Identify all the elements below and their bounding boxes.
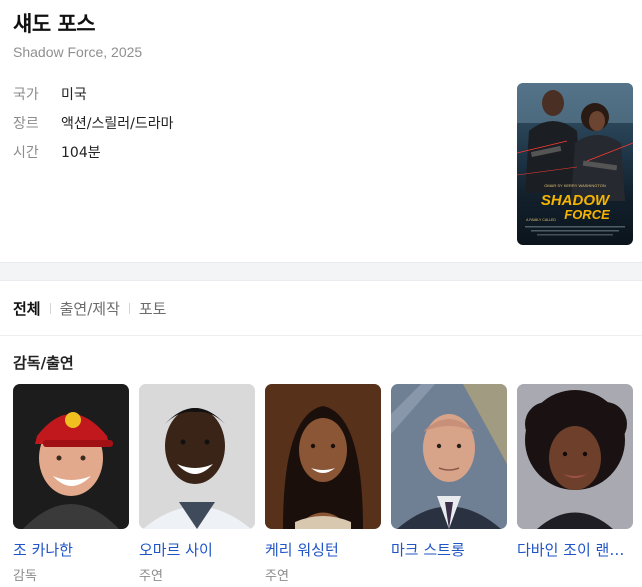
tab-photos[interactable]: 포토: [139, 298, 167, 319]
cast-card[interactable]: 케리 워싱턴 주연: [265, 384, 381, 584]
cast-section-title: 감독/출연: [13, 354, 74, 372]
person-role: [391, 565, 507, 581]
person-role: [517, 565, 633, 581]
tab-separator: [128, 303, 130, 314]
original-title-year: Shadow Force, 2025: [13, 44, 143, 60]
person-name-link[interactable]: 조 카나한: [13, 539, 125, 560]
person-role: 감독: [13, 569, 37, 584]
cast-card[interactable]: 오마르 사이 주연: [139, 384, 255, 584]
person-name-link[interactable]: 다바인 조이 랜돌프: [517, 539, 629, 560]
info-value: 미국: [61, 87, 87, 103]
tab-cast-crew[interactable]: 출연/제작: [60, 298, 120, 319]
info-row-runtime: 시간 104분: [13, 142, 173, 171]
page-title: 섀도 포스: [13, 12, 96, 36]
cast-list: 조 카나한 감독 오마르 사이 주연 케리 워싱턴 주연 마크 스트롱 다바인 …: [13, 384, 633, 584]
poster-headline-2: FORCE: [564, 207, 610, 222]
tab-separator: [49, 303, 51, 314]
cast-card[interactable]: 마크 스트롱: [391, 384, 507, 581]
info-label: 장르: [13, 116, 39, 132]
person-role: 주연: [265, 569, 289, 584]
person-photo[interactable]: [391, 384, 507, 529]
info-label: 국가: [13, 87, 39, 103]
section-divider-band: [0, 262, 642, 281]
tab-all[interactable]: 전체: [13, 298, 41, 319]
person-name-link[interactable]: 케리 워싱턴: [265, 539, 377, 560]
movie-info: 국가 미국 장르 액션/스릴러/드라마 시간 104분: [13, 84, 173, 171]
cast-card[interactable]: 다바인 조이 랜돌프: [517, 384, 633, 581]
info-value: 액션/스릴러/드라마: [61, 116, 174, 132]
person-role: 주연: [139, 569, 163, 584]
poster-tagline: A FAMILY CALLED: [526, 218, 556, 222]
info-value: 104분: [61, 145, 101, 161]
person-photo[interactable]: [139, 384, 255, 529]
person-name-link[interactable]: 오마르 사이: [139, 539, 251, 560]
person-photo[interactable]: [517, 384, 633, 529]
person-name-link[interactable]: 마크 스트롱: [391, 539, 503, 560]
person-photo[interactable]: [265, 384, 381, 529]
content-tabs: 전체 출연/제작 포토: [13, 298, 166, 319]
tabs-underline: [0, 335, 642, 336]
info-row-genre: 장르 액션/스릴러/드라마: [13, 113, 173, 142]
info-row-country: 국가 미국: [13, 84, 173, 113]
info-label: 시간: [13, 145, 39, 161]
poster-names: OMAR SY KERRY WASHINGTON: [544, 183, 606, 188]
cast-card[interactable]: 조 카나한 감독: [13, 384, 129, 584]
movie-poster[interactable]: OMAR SY KERRY WASHINGTON SHADOW FORCE A …: [517, 83, 633, 245]
person-photo[interactable]: [13, 384, 129, 529]
